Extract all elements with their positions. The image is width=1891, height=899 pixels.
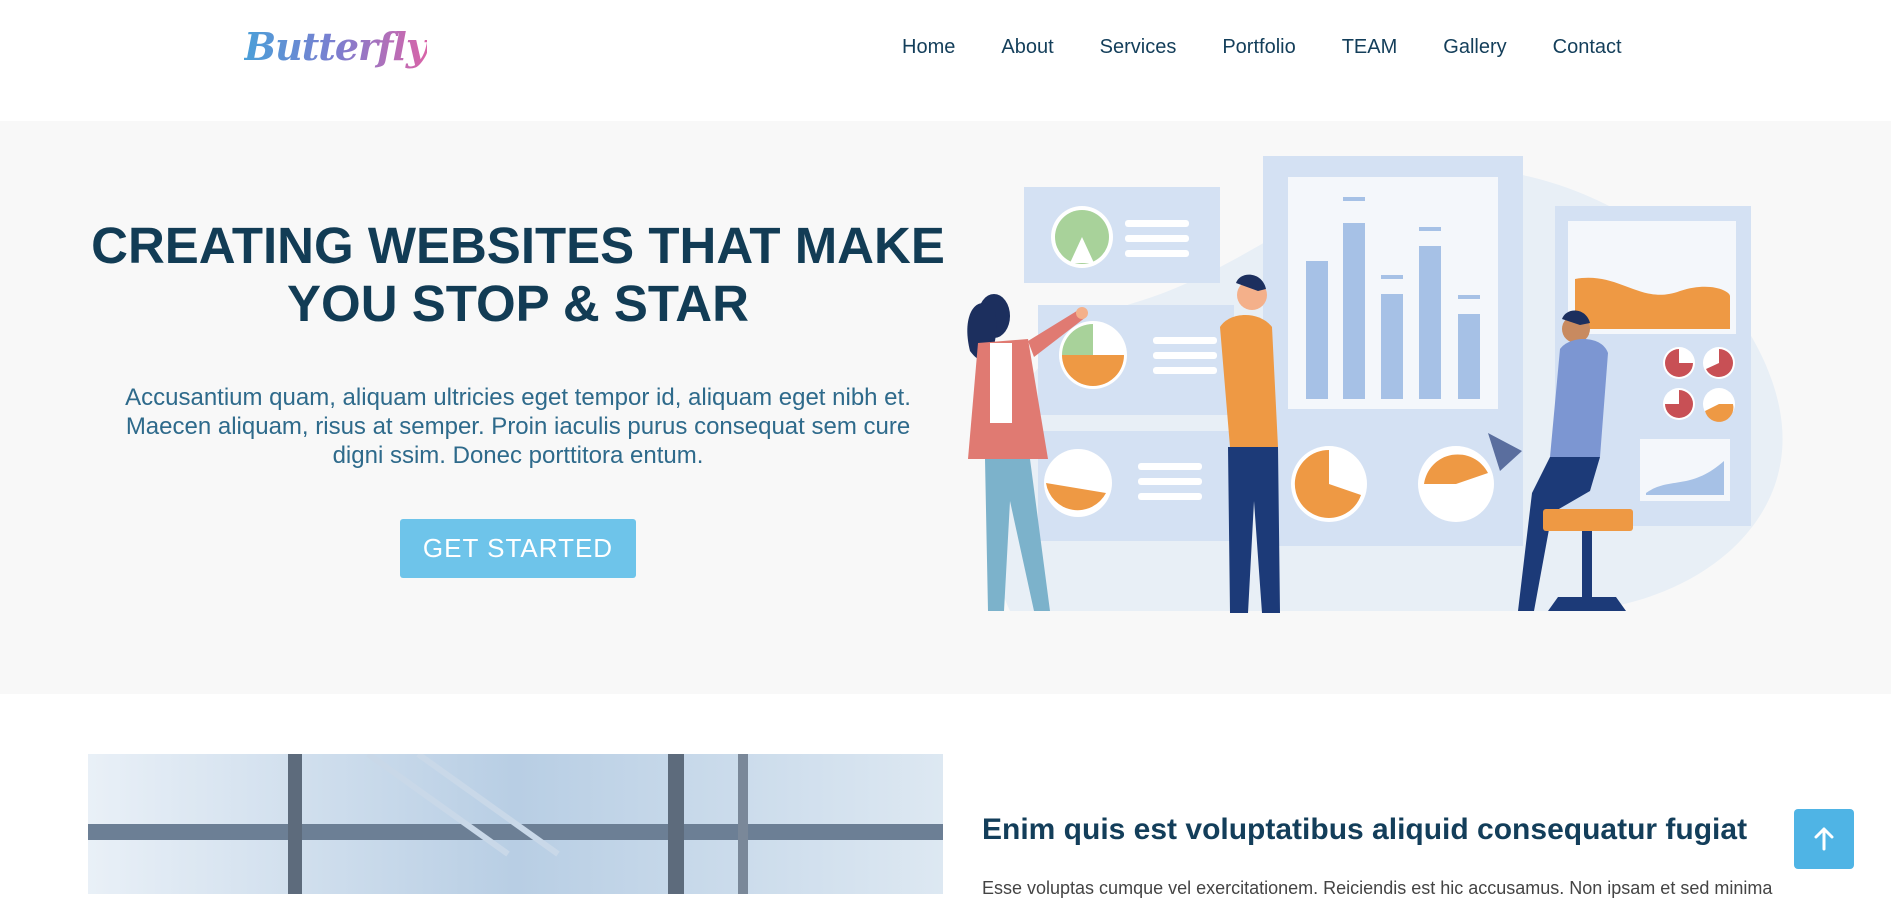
nav-about[interactable]: About	[1001, 34, 1053, 60]
about-text: Esse voluptas cumque vel exercitationem.…	[982, 878, 1773, 898]
logo[interactable]: Butterfly	[244, 24, 428, 69]
hero-section: CREATING WEBSITES THAT MAKE YOU STOP & S…	[0, 121, 1891, 694]
main-nav: Home About Services Portfolio TEAM Galle…	[902, 34, 1668, 60]
nav-services[interactable]: Services	[1100, 34, 1177, 60]
nav-home[interactable]: Home	[902, 34, 955, 60]
office-photo	[88, 754, 943, 894]
about-title: Enim quis est voluptatibus aliquid conse…	[982, 813, 1748, 846]
about-section: Enim quis est voluptatibus aliquid conse…	[0, 694, 1891, 898]
hero-illustration	[967, 156, 1783, 613]
back-to-top-button[interactable]	[1794, 809, 1854, 869]
arrow-up-icon	[1814, 827, 1834, 851]
hero-title-line2: YOU STOP & STAR	[287, 275, 749, 332]
hero-title-line1: CREATING WEBSITES THAT MAKE	[91, 217, 945, 274]
nav-contact[interactable]: Contact	[1553, 34, 1622, 60]
nav-team[interactable]: TEAM	[1342, 34, 1398, 60]
site-header: Butterfly Home About Services Portfolio …	[0, 0, 1891, 121]
get-started-button[interactable]: GET STARTED	[400, 519, 636, 578]
nav-gallery[interactable]: Gallery	[1443, 34, 1506, 60]
hero-title: CREATING WEBSITES THAT MAKE YOU STOP & S…	[88, 217, 948, 333]
nav-portfolio[interactable]: Portfolio	[1222, 34, 1295, 60]
hero-description: Accusantium quam, aliquam ultricies eget…	[125, 384, 911, 469]
